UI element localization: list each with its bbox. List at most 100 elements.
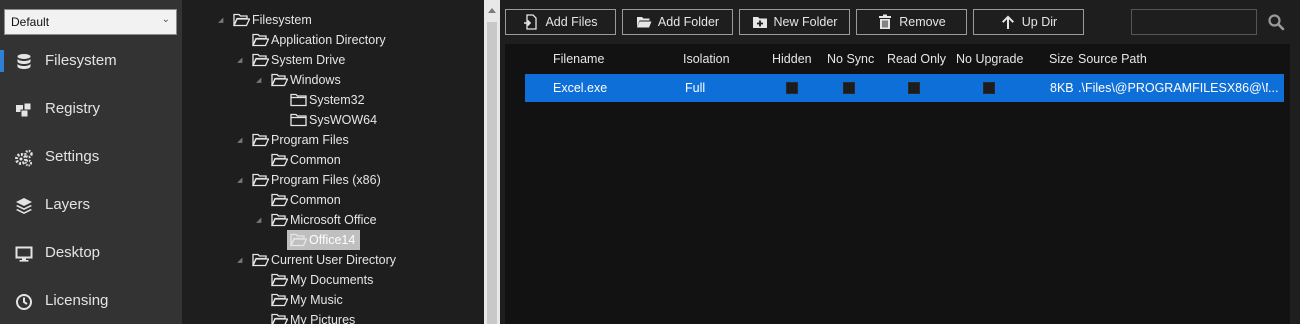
open-folder-icon <box>290 233 307 247</box>
nav-label: Registry <box>45 100 101 117</box>
tree-node[interactable]: ◢ Filesystem <box>182 10 482 30</box>
tree-node[interactable]: ◢ Current User Directory <box>182 250 482 270</box>
tree-node[interactable]: My Music <box>182 290 482 310</box>
tree-node[interactable]: ◢ Microsoft Office <box>182 210 482 230</box>
tree-node-label: Common <box>290 193 341 207</box>
tree-node-label: Office14 <box>309 233 356 247</box>
open-folder-icon <box>271 273 288 287</box>
tree-node-label: Program Files (x86) <box>271 173 381 187</box>
nav-label: Desktop <box>45 244 101 261</box>
nav-label: Licensing <box>45 292 109 309</box>
open-folder-icon <box>271 313 288 324</box>
expand-arrow-icon[interactable]: ◢ <box>237 137 245 145</box>
cell-isolation[interactable]: Full <box>685 81 705 95</box>
nav-item-filesystem[interactable]: Filesystem <box>0 41 182 81</box>
layers-icon <box>16 198 32 214</box>
nav-item-licensing[interactable]: Licensing <box>0 281 182 321</box>
database-icon <box>17 54 31 69</box>
tree-node[interactable]: ◢ System Drive <box>182 50 482 70</box>
open-folder-icon <box>233 13 250 27</box>
active-indicator <box>0 50 4 72</box>
tree-node-label: Program Files <box>271 133 349 147</box>
tree-node[interactable]: Office14 <box>182 230 482 250</box>
open-folder-icon <box>252 173 269 187</box>
tree-node[interactable]: System32 <box>182 90 482 110</box>
open-folder-icon <box>271 73 288 87</box>
trash-icon <box>879 14 892 29</box>
scroll-up-arrow-icon[interactable] <box>488 8 496 13</box>
expand-arrow-icon[interactable]: ◢ <box>237 57 245 65</box>
tree-node[interactable]: ◢ Program Files <box>182 130 482 150</box>
tree-node[interactable]: ◢ Program Files (x86) <box>182 170 482 190</box>
scrollbar-thumb[interactable] <box>487 22 497 324</box>
column-header-size[interactable]: Size <box>1049 52 1073 66</box>
folder-tree[interactable]: ◢ Filesystem Application Directory ◢ System … <box>182 0 484 324</box>
hidden-checkbox[interactable] <box>786 82 798 94</box>
add-files-button[interactable]: Add Files <box>505 9 616 35</box>
column-header-hidden[interactable]: Hidden <box>772 52 812 66</box>
nav-item-settings[interactable]: Settings <box>0 137 182 177</box>
expand-arrow-icon[interactable]: ◢ <box>218 17 226 25</box>
tree-node-label: System Drive <box>271 53 346 67</box>
expand-arrow-icon[interactable]: ◢ <box>256 217 264 225</box>
open-folder-icon <box>252 33 269 47</box>
nav-item-registry[interactable]: Registry <box>0 89 182 129</box>
profile-dropdown[interactable]: Default ⌄ <box>4 9 177 35</box>
remove-label: Remove <box>899 15 946 29</box>
nav-item-layers[interactable]: Layers <box>0 185 182 225</box>
add-files-label: Add Files <box>545 15 598 29</box>
add-folder-button[interactable]: Add Folder <box>622 9 733 35</box>
open-folder-icon <box>636 17 652 28</box>
folder-icon <box>290 93 307 107</box>
open-folder-icon <box>271 213 288 227</box>
column-header-no-sync[interactable]: No Sync <box>827 52 874 66</box>
tree-node[interactable]: Common <box>182 150 482 170</box>
cell-filename: Excel.exe <box>553 81 608 95</box>
column-header-no-upgrade[interactable]: No Upgrade <box>956 52 1023 66</box>
column-header-read-only[interactable]: Read Only <box>887 52 946 66</box>
up-dir-label: Up Dir <box>1021 15 1058 29</box>
new-folder-icon <box>752 17 767 28</box>
gears-icon <box>15 149 33 167</box>
arrow-up-icon <box>1001 15 1014 29</box>
clock-icon <box>16 294 32 310</box>
add-file-icon <box>524 14 538 30</box>
up-dir-button[interactable]: Up Dir <box>973 9 1084 35</box>
tree-scrollbar[interactable] <box>484 0 500 324</box>
new-folder-button[interactable]: New Folder <box>739 9 850 35</box>
nav-item-desktop[interactable]: Desktop <box>0 233 182 273</box>
expand-arrow-icon[interactable]: ◢ <box>237 177 245 185</box>
tree-node[interactable]: My Pictures <box>182 310 482 324</box>
no-sync-checkbox[interactable] <box>843 82 855 94</box>
open-folder-icon <box>252 133 269 147</box>
remove-button[interactable]: Remove <box>856 9 967 35</box>
registry-icon <box>16 102 32 118</box>
nav-label: Layers <box>45 196 91 213</box>
column-header-source-path[interactable]: Source Path <box>1078 52 1147 66</box>
search-input[interactable] <box>1131 9 1257 35</box>
search-icon[interactable] <box>1267 13 1285 31</box>
tree-node-label: My Music <box>290 293 343 307</box>
column-header-filename[interactable]: Filename <box>553 52 604 66</box>
table-row[interactable]: Excel.exe Full 8KB .\Files\@PROGRAMFILES… <box>525 74 1284 102</box>
tree-node-label: Microsoft Office <box>290 213 377 227</box>
tree-node-label: Application Directory <box>271 33 386 47</box>
no-upgrade-checkbox[interactable] <box>983 82 995 94</box>
expand-arrow-icon[interactable]: ◢ <box>237 257 245 265</box>
tree-node-label: SysWOW64 <box>309 113 378 127</box>
open-folder-icon <box>271 153 288 167</box>
profile-dropdown-value: Default <box>11 15 50 29</box>
tree-node[interactable]: ◢ Windows <box>182 70 482 90</box>
tree-node[interactable]: SysWOW64 <box>182 110 482 130</box>
read-only-checkbox[interactable] <box>908 82 920 94</box>
cell-source-path-ellipsis: ... <box>1268 81 1279 95</box>
expand-arrow-icon[interactable]: ◢ <box>256 77 264 85</box>
sidebar: Default ⌄ Filesystem Registry Settings L… <box>0 0 182 324</box>
new-folder-label: New Folder <box>773 15 838 29</box>
open-folder-icon <box>271 193 288 207</box>
file-grid[interactable]: Filename Isolation Hidden No Sync Read O… <box>505 44 1290 324</box>
tree-node[interactable]: Common <box>182 190 482 210</box>
tree-node[interactable]: Application Directory <box>182 30 482 50</box>
column-header-isolation[interactable]: Isolation <box>683 52 730 66</box>
tree-node[interactable]: My Documents <box>182 270 482 290</box>
